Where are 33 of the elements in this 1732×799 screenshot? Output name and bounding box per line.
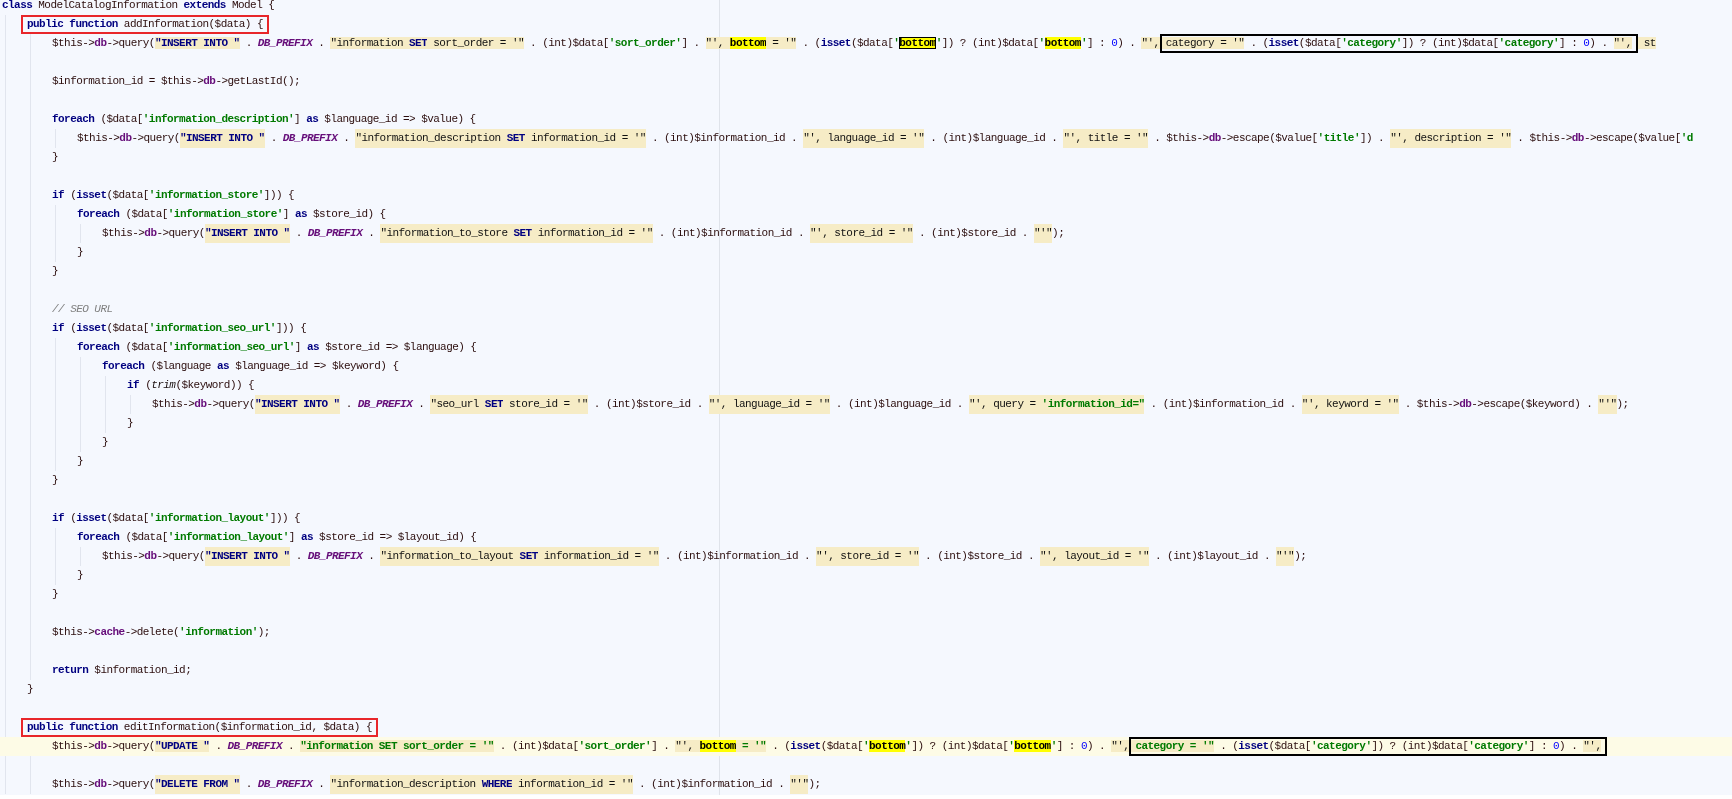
code-line: } [102,435,110,450]
highlight-frame: category = '" . (isset($data['category']) ? (int)$data['category'] : 0) . "', [1159,34,1638,53]
code-line: $information_id = $this->db->getLastId(); [52,74,302,89]
code-line: class ModelCatalogInformation extends Model { [2,0,276,13]
code-line: if (isset($data['information_layout'])) { [52,511,302,526]
code-line: // SEO URL [52,302,114,317]
code-line: $this->cache->delete('information'); [52,625,271,640]
highlight-frame: category = '" . (isset($data['category']) ? (int)$data['category'] : 0) . "', [1129,737,1608,756]
code-line: } [52,473,60,488]
code-line: $this->db->query("INSERT INTO " . DB_PREFIX . "seo_url SET store_id = '" . (int)$store_id . "', language_id = '" . (int)$language_id . "', query = 'information_id=" . (int)$information_id . "', keyword = '" . $this->db->escape($keyword) . "'"); [152,395,1732,414]
code-line: } [52,587,60,602]
code-line: foreach ($data['information_description'] as $language_id => $value) { [52,112,477,127]
highlight-frame: public function addInformation($data) { [21,15,269,34]
code-line: $this->db->query("INSERT INTO " . DB_PREFIX . "information_to_store SET information_id = '" . (int)$information_id . "', store_id = '" . (int)$store_id . "'"); [102,224,1732,243]
code-line: $this->db->query("DELETE FROM " . DB_PREFIX . "information_description WHERE information_id = '" . (int)$information_id . "'"); [52,775,1732,794]
code-line: if (isset($data['information_seo_url'])) { [52,321,308,336]
code-line: } [27,682,35,697]
highlight-frame: public function editInformation($information_id, $data) { [21,718,378,737]
code-line: $this->db->query("INSERT INTO " . DB_PREFIX . "information_description SET information_id = '" . (int)$information_id . "', language_id = '" . (int)$language_id . "', title = '" . $this->db->escape($value['title']) . "', description = '" . $this->db->escape($value['d [77,129,1732,148]
code-line: foreach ($data['information_seo_url'] as $store_id => $language) { [77,340,478,355]
code-line: } [127,416,135,431]
code-line: $this->db->query("INSERT INTO " . DB_PREFIX . "information_to_layout SET information_id = '" . (int)$information_id . "', store_id = '" . (int)$store_id . "', layout_id = '" . (int)$layout_id . "'"); [102,547,1732,566]
code-line: } [52,264,60,279]
code-line: foreach ($data['information_store'] as $store_id) { [77,207,387,222]
code-line: if (isset($data['information_store'])) { [52,188,296,203]
code-line: } [77,245,85,260]
code-line: foreach ($language as $language_id => $keyword) { [102,359,400,374]
code-line: foreach ($data['information_layout'] as $store_id => $layout_id) { [77,530,478,545]
code-line: } [52,150,60,165]
code-line: return $information_id; [52,663,193,678]
code-line: } [77,568,85,583]
code-line: } [77,454,85,469]
code-line: if (trim($keyword)) { [127,378,256,393]
